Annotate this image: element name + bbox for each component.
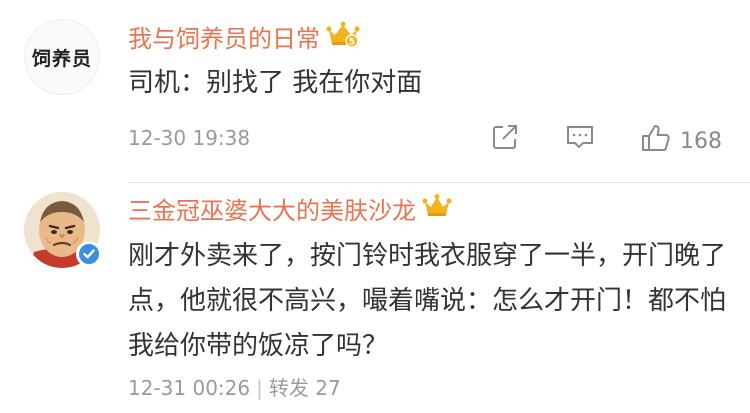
like-icon (640, 122, 672, 160)
like-count: 168 (680, 128, 722, 154)
comment-text: 司机：别找了 我在你对面 (128, 68, 423, 98)
commenter-name[interactable]: 我与饲养员的日常 5 (128, 20, 360, 58)
crown-icon (422, 193, 452, 227)
comment-time: 12-30 19:38 (128, 126, 251, 150)
commenter-name-text: 我与饲养员的日常 (128, 25, 320, 53)
comment-item: 三金冠巫婆大大的美肤沙龙 刚才外卖来了，按门铃时我衣服穿了一半，开门晚了点，他就… (0, 183, 750, 413)
comment-item: 饲养员 我与饲养员的日常 5 司机：别找了 我在你对面 12-30 19:38 (0, 0, 750, 183)
commenter-name[interactable]: 三金冠巫婆大大的美肤沙龙 (128, 193, 452, 229)
repost-icon (490, 122, 520, 158)
meta-separator: | (256, 376, 263, 400)
crown-badge-number: 5 (349, 38, 355, 48)
repost-label: 转发 (268, 376, 309, 400)
repost-count: 27 (315, 376, 341, 400)
crown-icon: 5 (326, 20, 360, 56)
comment-time: 12-31 00:26 (128, 376, 251, 400)
reply-button[interactable] (564, 122, 596, 158)
comment-meta: 12-31 00:26 | 转发 27 (128, 374, 341, 402)
comment-text: 刚才外卖来了，按门铃时我衣服穿了一半，开门晚了点，他就很不高兴，嘬着嘴说：怎么才… (128, 241, 727, 361)
commenter-name-text: 三金冠巫婆大大的美肤沙龙 (128, 197, 416, 225)
like-button[interactable]: 168 (640, 122, 722, 160)
repost-link[interactable]: 转发 27 (269, 376, 341, 400)
avatar-text: 饲养员 (31, 47, 92, 70)
comment-icon (564, 122, 596, 158)
verified-icon (76, 241, 102, 267)
avatar[interactable]: 饲养员 (24, 19, 100, 95)
repost-button[interactable] (490, 122, 520, 158)
